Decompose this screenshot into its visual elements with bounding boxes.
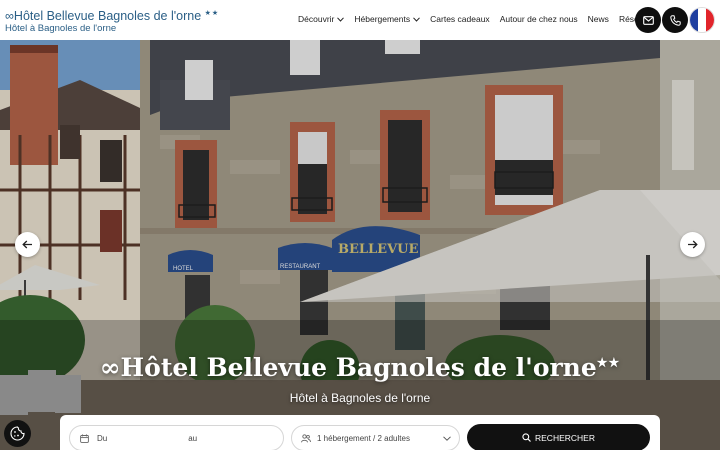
search-button-label: RECHERCHER (535, 432, 595, 443)
nav-item-label: Cartes cadeaux (430, 14, 490, 24)
mail-icon (642, 15, 654, 25)
chevron-down-icon (337, 16, 345, 22)
date-from-label: Du (97, 433, 108, 443)
date-range-field[interactable]: Du au (69, 425, 284, 450)
slider-next-button[interactable] (680, 232, 705, 257)
nav-item-label: Hébergements (354, 14, 411, 24)
cookie-settings-button[interactable] (4, 420, 31, 447)
hotel-facade-photo: HOTEL RESTAURANT BELLEVUE (0, 40, 720, 450)
date-to-label: au (188, 433, 198, 443)
phone-button[interactable] (662, 7, 688, 33)
cookie-icon (10, 426, 25, 441)
logo-title: ∞Hôtel Bellevue Bagnoles de l'orne ★★ (5, 7, 219, 23)
hero-title-text: ∞Hôtel Bellevue Bagnoles de l'orne (99, 353, 597, 382)
chevron-down-icon (413, 16, 421, 22)
search-button[interactable]: RECHERCHER (467, 424, 650, 450)
nav-item-autour[interactable]: Autour de chez nous (500, 14, 578, 24)
hero-subtitle: Hôtel à Bagnoles de l'orne (289, 391, 431, 405)
nav-item-label: Découvrir (298, 14, 335, 24)
hero-stars: ★★ (596, 355, 621, 370)
nav-item-hebergements[interactable]: Hébergements (354, 14, 421, 24)
hero-slider: HOTEL RESTAURANT BELLEVUE ∞Hôtel Bellevu… (0, 40, 720, 450)
search-icon (522, 433, 531, 442)
site-logo[interactable]: ∞Hôtel Bellevue Bagnoles de l'orne ★★ Hô… (5, 7, 219, 35)
nav-item-label: News (587, 14, 609, 24)
chevron-down-icon (443, 435, 451, 441)
calendar-icon (80, 433, 89, 443)
slider-prev-button[interactable] (15, 232, 40, 257)
arrow-right-icon (688, 240, 698, 249)
french-flag-icon[interactable] (689, 7, 715, 33)
nav-item-label: Autour de chez nous (499, 14, 578, 24)
phone-icon (669, 14, 681, 26)
booking-bar: Du au 1 hébergement / 2 adultes RECHERCH… (60, 415, 660, 450)
main-nav: Découvrir Hébergements Cartes cadeaux Au… (298, 14, 653, 24)
nav-item-news[interactable]: News (588, 14, 609, 24)
guests-field[interactable]: 1 hébergement / 2 adultes (291, 425, 460, 450)
nav-item-cartes-cadeaux[interactable]: Cartes cadeaux (430, 14, 490, 24)
users-icon (301, 433, 311, 442)
hero-title: ∞Hôtel Bellevue Bagnoles de l'orne★★ (0, 353, 720, 382)
logo-stars: ★★ (204, 10, 220, 17)
email-button[interactable] (635, 7, 661, 33)
nav-item-decouvrir[interactable]: Découvrir (298, 14, 345, 24)
guests-label: 1 hébergement / 2 adultes (317, 433, 410, 443)
logo-subtitle: Hôtel à Bagnoles de l'orne (5, 23, 117, 35)
logo-title-text: ∞Hôtel Bellevue Bagnoles de l'orne (5, 9, 202, 24)
site-header: ∞Hôtel Bellevue Bagnoles de l'orne ★★ Hô… (0, 0, 720, 40)
arrow-left-icon (22, 240, 32, 249)
